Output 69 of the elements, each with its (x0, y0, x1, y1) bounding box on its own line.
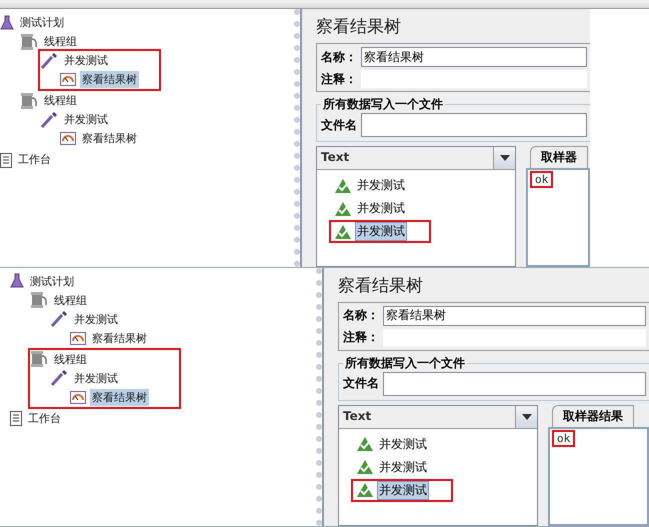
pipette-icon (50, 369, 68, 388)
filename-field[interactable] (383, 372, 646, 396)
section-legend: 所有数据写入一个文件 (321, 96, 445, 113)
field-label: 注释： (343, 329, 379, 346)
renderer-dropdown[interactable]: Text (339, 406, 537, 429)
tree-node[interactable]: 工作台 (26, 410, 63, 427)
spool-icon (30, 291, 48, 310)
response-text: ok (530, 171, 554, 188)
name-field[interactable]: 察看结果树 (383, 306, 646, 326)
field-label: 名称： (343, 307, 379, 324)
panel-title: 察看结果树 (338, 274, 424, 298)
flask-icon (0, 14, 14, 30)
field-label: 注释： (321, 70, 357, 88)
response-text: ok (552, 430, 576, 447)
tree-node[interactable]: 测试计划 (18, 14, 66, 31)
tree-node[interactable]: 察看结果树 (90, 388, 149, 406)
tree-node[interactable]: 并发测试 (72, 310, 120, 328)
field-label: 文件名 (343, 375, 379, 392)
field-label: 文件名 (321, 116, 357, 134)
tree-node[interactable]: 工作台 (16, 151, 53, 168)
gauge-icon (70, 390, 86, 404)
gauge-icon (60, 73, 76, 86)
section-legend: 所有数据写入一个文件 (343, 354, 467, 372)
spool-icon (20, 92, 38, 110)
tree-node[interactable]: 线程组 (52, 350, 89, 368)
caret-icon (500, 155, 510, 161)
result-tab[interactable]: 取样器结果 (552, 404, 634, 427)
result-item[interactable]: 并发测试 (377, 434, 429, 454)
result-item[interactable]: 并发测试 (355, 222, 407, 241)
result-item[interactable]: 并发测试 (377, 458, 429, 477)
success-icon (357, 460, 373, 474)
result-tab[interactable]: 取样器 (530, 146, 588, 168)
flask-icon (10, 273, 24, 290)
result-item[interactable]: 并发测试 (355, 176, 407, 195)
tree-node[interactable]: 察看结果树 (80, 130, 139, 147)
pipette-icon (50, 310, 68, 328)
result-item[interactable]: 并发测试 (355, 199, 407, 218)
renderer-dropdown[interactable]: Text (317, 147, 515, 170)
tree-node[interactable]: 并发测试 (62, 52, 110, 69)
name-field[interactable]: 察看结果树 (361, 47, 587, 67)
success-icon (335, 178, 351, 192)
panel-title: 察看结果树 (316, 16, 402, 39)
tree-node[interactable]: 察看结果树 (80, 71, 139, 88)
success-icon (335, 202, 351, 216)
field-label: 名称： (321, 48, 357, 66)
dropdown-button[interactable] (493, 147, 515, 169)
gauge-icon (60, 132, 76, 145)
tree-node[interactable]: 并发测试 (72, 370, 120, 387)
clipboard-icon (10, 410, 22, 426)
success-icon (357, 483, 373, 498)
tree-node[interactable]: 线程组 (52, 292, 89, 309)
dropdown-value: Text (342, 408, 372, 425)
tree-node[interactable]: 测试计划 (28, 272, 76, 290)
pipette-icon (40, 52, 58, 70)
dropdown-button[interactable] (515, 406, 537, 428)
tree-node[interactable]: 察看结果树 (90, 330, 149, 347)
success-icon (335, 224, 351, 238)
spool-icon (20, 32, 38, 50)
spool-icon (30, 350, 48, 368)
tree-node[interactable]: 并发测试 (62, 111, 110, 128)
result-item[interactable]: 并发测试 (377, 480, 429, 500)
tree-node[interactable]: 线程组 (42, 33, 79, 50)
success-icon (357, 437, 373, 452)
caret-icon (522, 414, 532, 420)
tree-node[interactable]: 线程组 (42, 92, 79, 109)
gauge-icon (70, 332, 86, 345)
pipette-icon (40, 110, 58, 128)
dropdown-value: Text (320, 149, 350, 166)
filename-field[interactable] (361, 113, 587, 137)
